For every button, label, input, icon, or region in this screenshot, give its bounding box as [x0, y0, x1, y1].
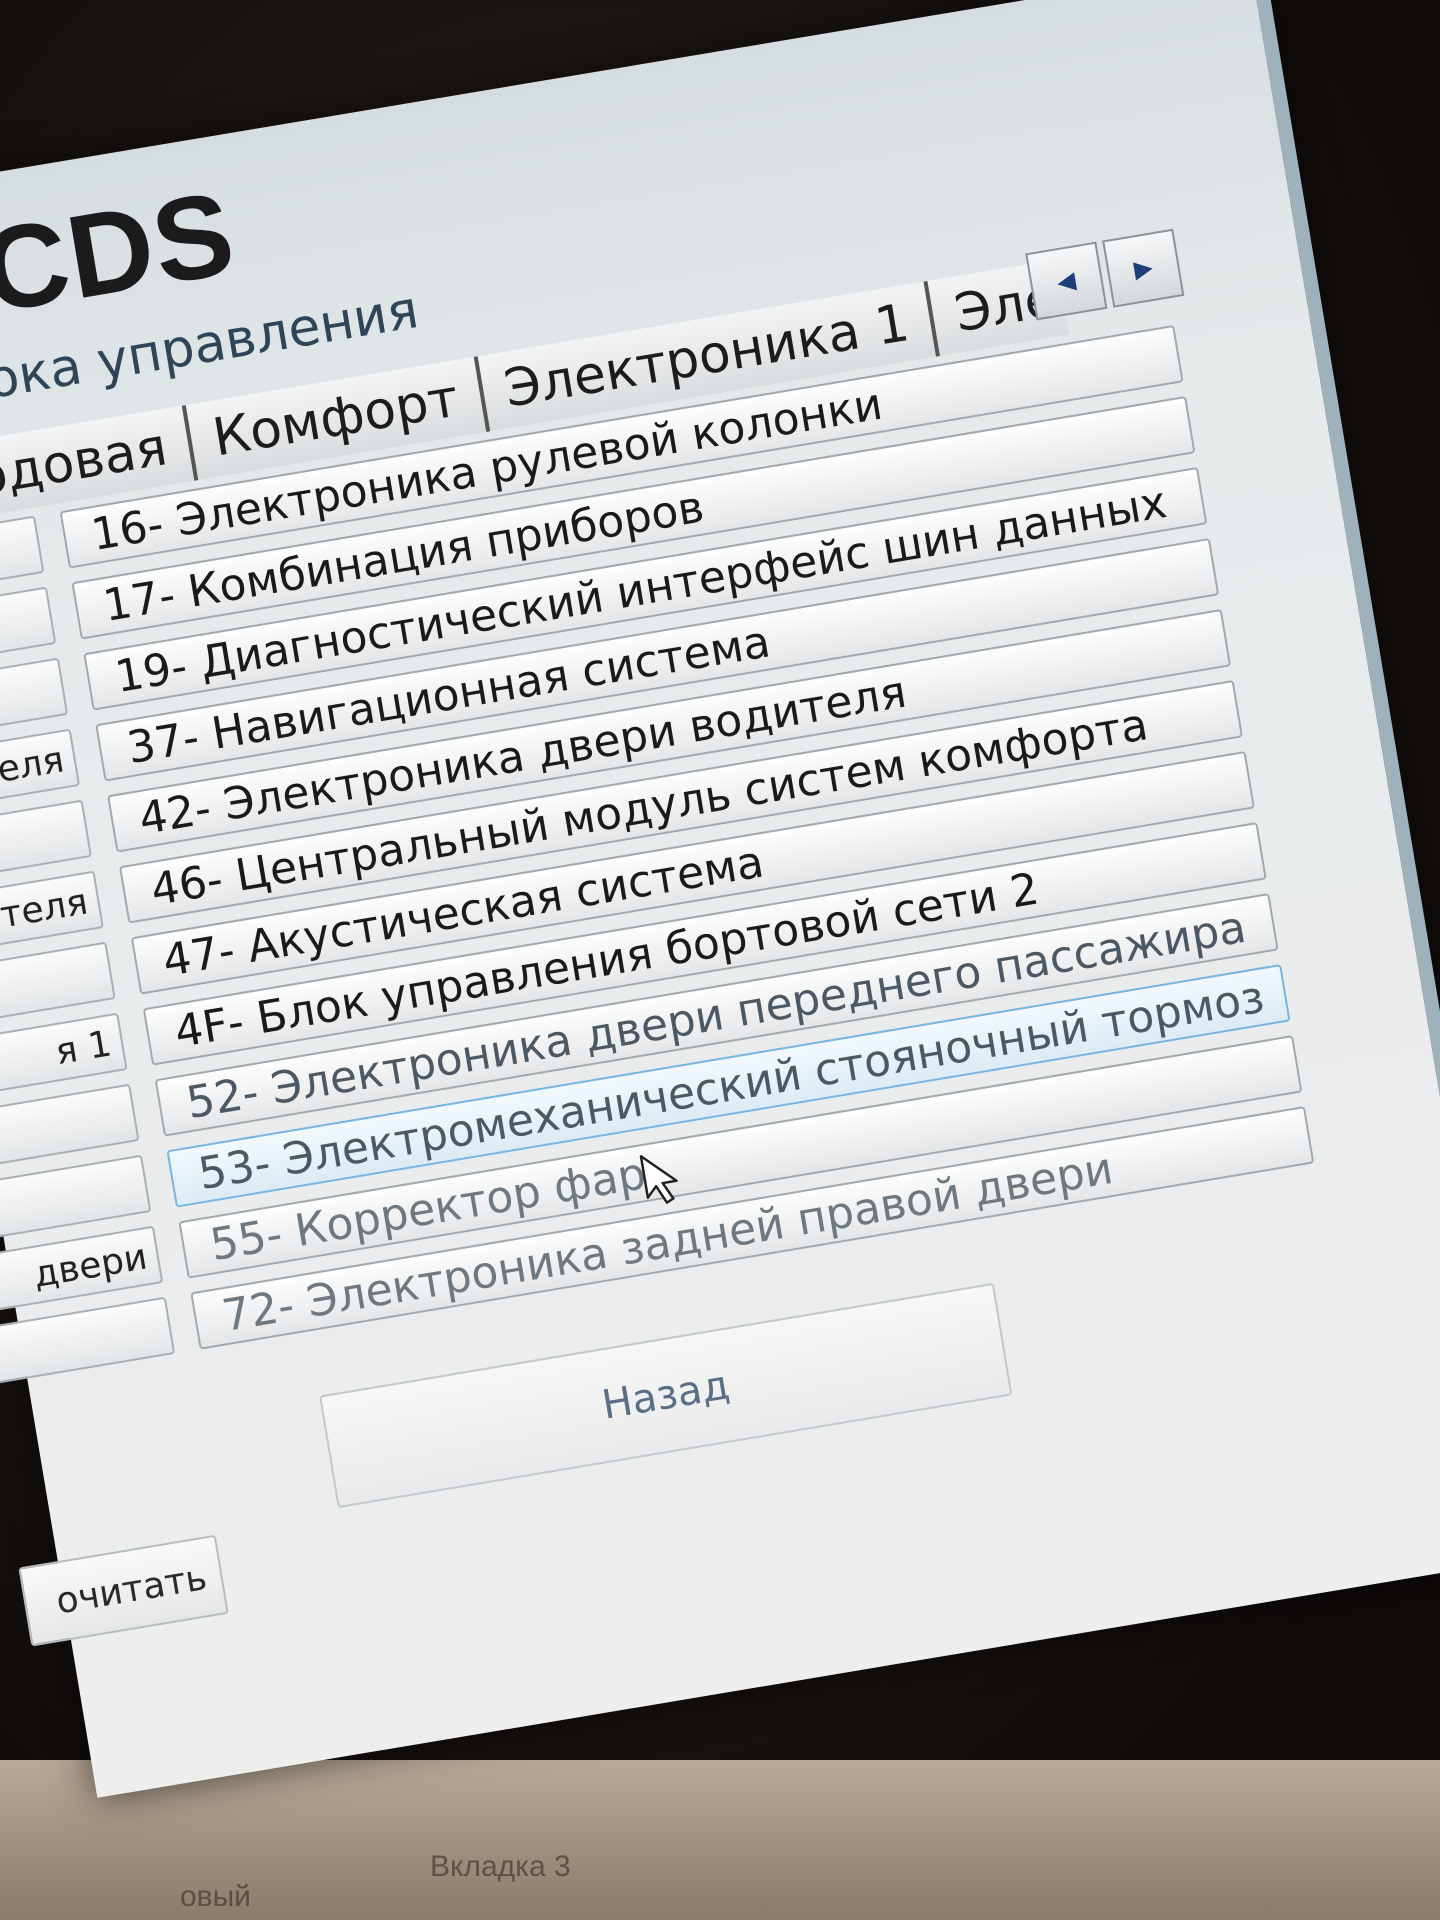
vcds-window: VCDS блока управления д Ходовая Комфорт … — [0, 0, 1440, 1798]
left-module-button[interactable] — [0, 1296, 176, 1386]
tab-scroll-right-button[interactable]: ▶ — [1102, 228, 1185, 308]
tab-scroll-left-button[interactable]: ◀ — [1025, 241, 1108, 321]
photo-stage: овый Вкладка 3 VCDS блока управления д Х… — [0, 0, 1440, 1920]
tab-scroll-controls: ◀ ▶ — [1025, 228, 1185, 321]
taskbar-label: Вкладка 3 — [430, 1850, 571, 1883]
taskbar-label: овый — [180, 1880, 251, 1913]
arrow-right-icon: ▶ — [1131, 252, 1155, 284]
module-list: 16- Электроника рулевой колонки 17- Комб… — [59, 324, 1317, 1364]
arrow-left-icon: ◀ — [1054, 265, 1078, 297]
read-button[interactable]: очитать — [18, 1534, 229, 1647]
